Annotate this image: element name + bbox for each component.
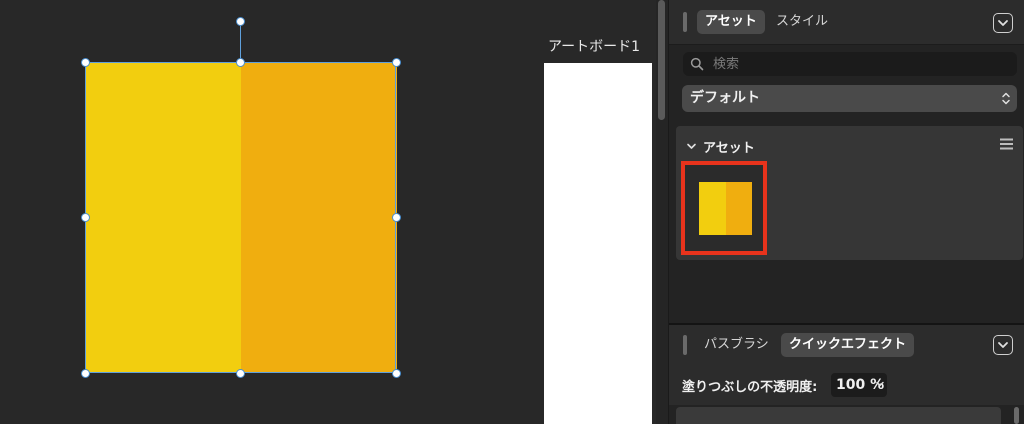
tab-path-brush[interactable]: パスブラシ: [696, 333, 777, 357]
resize-handle-bottom-left[interactable]: [81, 369, 90, 378]
effect-list-item[interactable]: [676, 407, 1001, 424]
assets-category-title: アセット: [703, 141, 755, 156]
tab-assets[interactable]: アセット: [697, 10, 765, 34]
resize-handle-left[interactable]: [81, 213, 90, 222]
assets-category: アセット: [676, 126, 1023, 260]
shape-right-half: [241, 63, 397, 373]
stepper-arrows-icon: [1002, 92, 1010, 105]
assets-category-header[interactable]: アセット: [686, 137, 755, 156]
assets-panel-header: アセット スタイル: [669, 0, 1024, 45]
rotation-handle[interactable]: [236, 17, 245, 26]
canvas-vertical-scrollbar[interactable]: [656, 0, 668, 424]
chevron-down-icon: [998, 20, 1008, 26]
tab-styles[interactable]: スタイル: [768, 10, 836, 34]
design-canvas[interactable]: アートボード1: [0, 0, 656, 424]
tab-quick-effects[interactable]: クイックエフェクト: [781, 333, 915, 357]
artboard-title[interactable]: アートボード1: [548, 36, 640, 56]
resize-handle-right[interactable]: [392, 213, 401, 222]
collapse-panel-button[interactable]: [993, 335, 1013, 355]
panel-grip-handle[interactable]: [683, 12, 687, 32]
resize-handle-bottom-right[interactable]: [392, 369, 401, 378]
library-select-value: デフォルト: [690, 90, 760, 106]
asset-preview-image: [699, 182, 752, 235]
resize-handle-top-left[interactable]: [81, 58, 90, 67]
library-select[interactable]: デフォルト: [682, 85, 1017, 112]
fill-opacity-row: 塗りつぶしの不透明度: 100 %: [669, 365, 1024, 405]
chevron-down-icon: [998, 342, 1008, 348]
search-icon: [690, 57, 704, 71]
search-input[interactable]: [713, 52, 1003, 76]
hamburger-menu-icon[interactable]: [1000, 138, 1013, 150]
artboard[interactable]: [544, 63, 652, 424]
selected-shape[interactable]: [86, 63, 397, 373]
chevron-down-icon: [687, 143, 696, 149]
chevron-down-icon[interactable]: [875, 379, 885, 389]
rotation-handle-line: [240, 22, 241, 62]
fill-opacity-label: 塗りつぶしの不透明度:: [682, 380, 818, 395]
resize-handle-top-right[interactable]: [392, 58, 401, 67]
panel-grip-handle[interactable]: [683, 335, 687, 355]
effects-panel-header: パスブラシ クイックエフェクト: [669, 325, 1024, 365]
resize-handle-bottom[interactable]: [236, 369, 245, 378]
scrollbar-thumb[interactable]: [658, 0, 665, 120]
fill-opacity-field[interactable]: 100 %: [831, 373, 887, 397]
collapse-panel-button[interactable]: [993, 13, 1013, 33]
shape-left-half: [86, 63, 241, 373]
asset-search-field[interactable]: [683, 52, 1017, 76]
asset-thumbnail[interactable]: [681, 161, 767, 255]
assets-panel: アセット スタイル デフォルト アセット: [668, 0, 1024, 424]
resize-handle-top[interactable]: [236, 58, 245, 67]
effects-scrollbar-thumb[interactable]: [1014, 407, 1019, 424]
